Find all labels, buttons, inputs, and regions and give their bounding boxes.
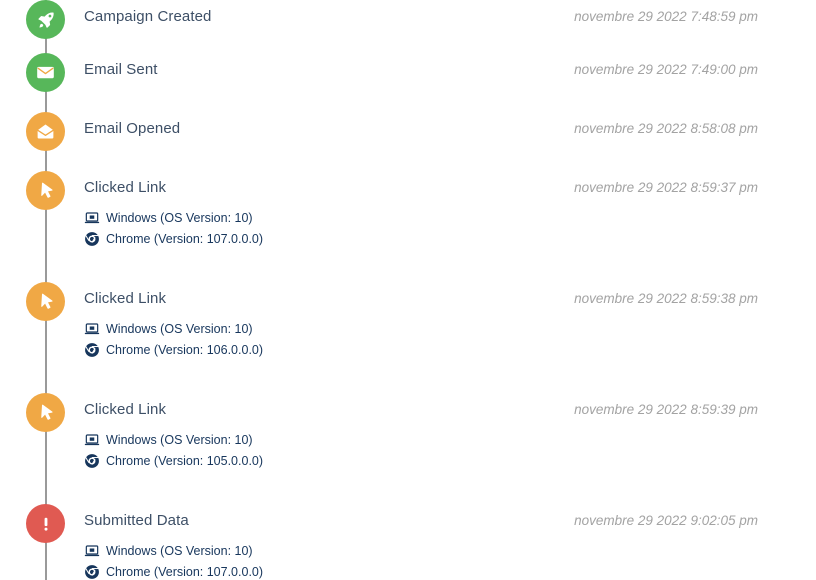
chrome-icon xyxy=(84,564,100,580)
event-details: Windows (OS Version: 10) Chrome (Version:… xyxy=(84,318,263,360)
chrome-icon xyxy=(84,453,100,469)
detail-row: Windows (OS Version: 10) xyxy=(84,540,263,561)
exclamation-icon xyxy=(26,504,65,543)
detail-text: Chrome (Version: 107.0.0.0) xyxy=(106,564,264,579)
campaign-timeline: Campaign Created novembre 29 2022 7:48:59… xyxy=(0,0,816,580)
event-details: Windows (OS Version: 10) Chrome (Version:… xyxy=(84,540,263,580)
detail-row: Chrome (Version: 105.0.0.0) xyxy=(84,450,263,471)
chrome-icon xyxy=(84,231,100,247)
event-title: Clicked Link xyxy=(84,401,167,418)
event-timestamp: novembre 29 2022 7:49:00 pm xyxy=(574,62,758,77)
event-timestamp: novembre 29 2022 8:59:39 pm xyxy=(574,402,758,417)
detail-text: Windows (OS Version: 10) xyxy=(106,432,253,447)
detail-text: Windows (OS Version: 10) xyxy=(106,543,253,558)
envelope-closed-icon xyxy=(26,53,65,92)
detail-row: Chrome (Version: 106.0.0.0) xyxy=(84,339,263,360)
rocket-icon xyxy=(26,0,65,39)
envelope-open-icon xyxy=(26,112,65,151)
detail-text: Windows (OS Version: 10) xyxy=(106,210,253,225)
detail-text: Chrome (Version: 105.0.0.0) xyxy=(106,453,264,468)
laptop-icon xyxy=(84,432,100,448)
event-details: Windows (OS Version: 10) Chrome (Version:… xyxy=(84,207,263,249)
detail-text: Chrome (Version: 106.0.0.0) xyxy=(106,342,264,357)
laptop-icon xyxy=(84,210,100,226)
event-timestamp: novembre 29 2022 8:58:08 pm xyxy=(574,121,758,136)
detail-row: Windows (OS Version: 10) xyxy=(84,318,263,339)
chrome-icon xyxy=(84,342,100,358)
event-timestamp: novembre 29 2022 8:59:37 pm xyxy=(574,180,758,195)
detail-row: Chrome (Version: 107.0.0.0) xyxy=(84,228,263,249)
event-title: Submitted Data xyxy=(84,512,189,529)
detail-row: Chrome (Version: 107.0.0.0) xyxy=(84,561,263,580)
event-title: Clicked Link xyxy=(84,290,167,307)
detail-row: Windows (OS Version: 10) xyxy=(84,429,263,450)
event-title: Email Opened xyxy=(84,120,181,137)
detail-row: Windows (OS Version: 10) xyxy=(84,207,263,228)
event-title: Email Sent xyxy=(84,61,158,78)
cursor-pointer-icon xyxy=(26,171,65,210)
event-timestamp: novembre 29 2022 7:48:59 pm xyxy=(574,9,758,24)
event-title: Campaign Created xyxy=(84,8,212,25)
event-timestamp: novembre 29 2022 8:59:38 pm xyxy=(574,291,758,306)
laptop-icon xyxy=(84,543,100,559)
event-details: Windows (OS Version: 10) Chrome (Version:… xyxy=(84,429,263,471)
detail-text: Windows (OS Version: 10) xyxy=(106,321,253,336)
cursor-pointer-icon xyxy=(26,282,65,321)
event-timestamp: novembre 29 2022 9:02:05 pm xyxy=(574,513,758,528)
event-title: Clicked Link xyxy=(84,179,167,196)
detail-text: Chrome (Version: 107.0.0.0) xyxy=(106,231,264,246)
cursor-pointer-icon xyxy=(26,393,65,432)
laptop-icon xyxy=(84,321,100,337)
